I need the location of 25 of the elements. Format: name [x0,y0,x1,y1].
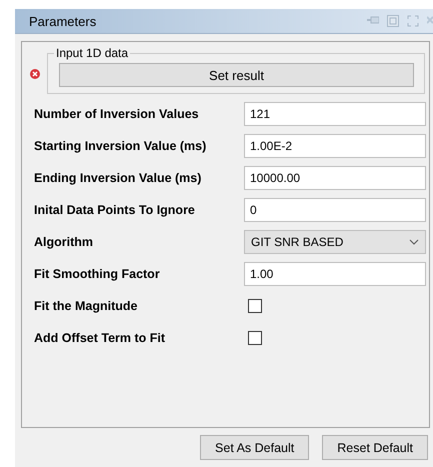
maximize-icon[interactable] [407,15,419,27]
restore-icon[interactable] [387,15,399,27]
panel-title: Parameters [29,14,96,28]
set-result-button[interactable]: Set result [59,63,414,87]
field-label: Fit the Magnitude [33,299,138,313]
field-label: Starting Inversion Value (ms) [33,139,208,153]
group-title: Input 1D data [54,46,130,60]
pin-icon[interactable] [367,15,379,25]
field-label: Add Offset Term to Fit [33,331,166,345]
field-label: Inital Data Points To Ignore [33,203,196,217]
field-label: Number of Inversion Values [33,107,200,121]
input-field[interactable]: 121 [244,102,426,126]
footer-button[interactable]: Reset Default [322,435,428,460]
field-label: Fit Smoothing Factor [33,267,161,281]
input-field[interactable]: 10000.00 [244,166,426,190]
checkbox[interactable] [248,331,262,345]
input-field[interactable]: 1.00 [244,262,426,286]
input-field[interactable]: 0 [244,198,426,222]
algorithm-dropdown[interactable]: GIT SNR BASED [244,230,426,254]
footer-button[interactable]: Set As Default [200,435,310,460]
chevron-down-icon [409,239,419,245]
field-label: Algorithm [33,235,94,249]
input-field[interactable]: 1.00E-2 [244,134,426,158]
field-label: Ending Inversion Value (ms) [33,171,202,185]
checkbox[interactable] [248,299,262,313]
